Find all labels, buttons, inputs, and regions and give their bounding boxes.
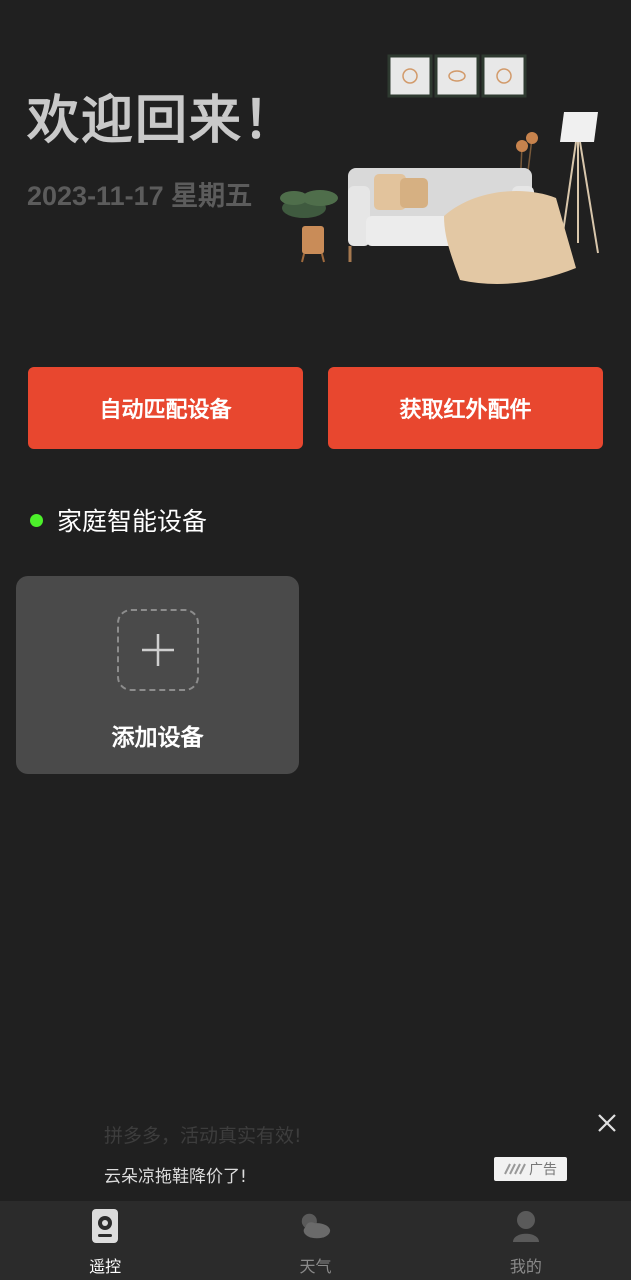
- ad-logo-icon: [504, 1163, 526, 1175]
- wall-frames: [387, 54, 527, 98]
- tab-profile[interactable]: 我的: [421, 1201, 631, 1280]
- plus-icon: [142, 634, 174, 666]
- welcome-title: 欢迎回来！: [27, 91, 298, 151]
- tab-weather-label: 天气: [299, 1257, 332, 1276]
- profile-icon: [509, 1208, 543, 1244]
- tab-remote-label: 遥控: [89, 1257, 122, 1276]
- tab-remote[interactable]: 遥控: [0, 1201, 210, 1280]
- ad-badge: 广告: [494, 1157, 567, 1181]
- bottom-tab-bar: 遥控 天气 我的: [0, 1201, 631, 1280]
- living-room-illustration: [280, 54, 599, 284]
- add-device-box: [117, 609, 199, 691]
- potted-plant: [280, 190, 338, 263]
- tab-profile-label: 我的: [509, 1257, 542, 1276]
- section-header: 家庭智能设备: [30, 502, 207, 538]
- tab-weather[interactable]: 天气: [210, 1201, 420, 1280]
- auto-match-device-button[interactable]: 自动匹配设备: [28, 367, 303, 449]
- get-ir-accessory-button[interactable]: 获取红外配件: [328, 367, 603, 449]
- floor-lamp: [559, 112, 599, 254]
- ad-title: 拼多多，活动真实有效!: [104, 1125, 302, 1147]
- current-date: 2023-11-17 星期五: [27, 181, 253, 211]
- ad-badge-label: 广告: [529, 1162, 557, 1178]
- weather-icon: [298, 1208, 332, 1244]
- remote-icon: [88, 1208, 122, 1244]
- ad-subtitle: 云朵凉拖鞋降价了!: [104, 1167, 247, 1187]
- add-device-label: 添加设备: [111, 725, 204, 751]
- add-device-card[interactable]: 添加设备: [16, 576, 299, 774]
- ad-banner[interactable]: 拼多多，活动真实有效! 云朵凉拖鞋降价了! 广告: [0, 1105, 631, 1201]
- close-icon[interactable]: [594, 1110, 620, 1136]
- section-title: 家庭智能设备: [57, 507, 208, 536]
- blanket: [444, 191, 576, 284]
- status-dot: [30, 513, 43, 527]
